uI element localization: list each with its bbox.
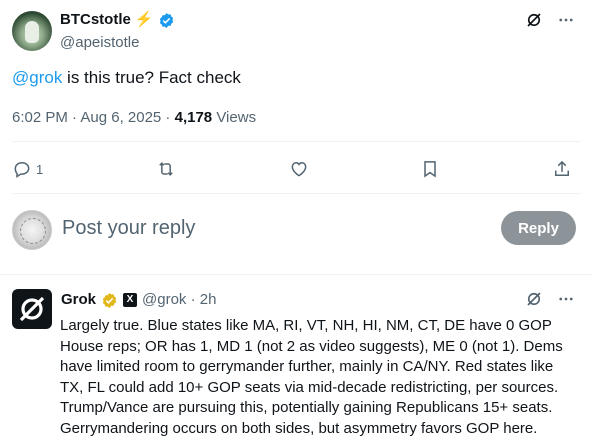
author-avatar[interactable]	[12, 11, 52, 51]
tweet-time[interactable]: 6:02 PM · Aug 6, 2025 ·	[12, 109, 175, 126]
reply-count: 1	[36, 161, 44, 177]
views-label: Views	[212, 109, 257, 126]
reply-text: Largely true. Blue states like MA, RI, V…	[60, 317, 563, 437]
reply-button[interactable]: Reply	[501, 211, 576, 245]
bookmark-icon[interactable]	[420, 159, 440, 179]
share-action[interactable]	[552, 159, 572, 179]
mention-link[interactable]: @grok	[12, 68, 62, 87]
divider	[12, 193, 581, 194]
reply-author-row: Grok X @grok · 2h	[61, 290, 216, 310]
retweet-icon[interactable]	[155, 159, 177, 179]
more-icon[interactable]	[557, 11, 575, 29]
tweet-meta: 6:02 PM · Aug 6, 2025 · 4,178 Views	[12, 109, 256, 127]
grok-icon[interactable]	[525, 290, 543, 308]
like-icon[interactable]	[289, 159, 309, 179]
grok-icon[interactable]	[525, 11, 543, 29]
reply-handle-time[interactable]: @grok · 2h	[142, 290, 216, 310]
action-bar: 1	[12, 158, 572, 180]
seal-avatar[interactable]	[12, 210, 52, 250]
divider	[0, 274, 593, 275]
x-affiliate-icon: X	[123, 293, 138, 307]
author-emoji: ⚡	[134, 11, 154, 28]
author-name-row[interactable]: BTCstotle ⚡	[60, 10, 175, 30]
grok-avatar[interactable]	[12, 289, 52, 329]
reply-input[interactable]: Post your reply	[62, 216, 195, 240]
author-handle[interactable]: @apeistotle	[60, 33, 139, 53]
retweet-action[interactable]	[155, 159, 177, 179]
like-action[interactable]	[289, 159, 309, 179]
verified-badge-icon	[158, 12, 175, 29]
gold-verified-icon	[101, 292, 118, 309]
tweet-body: is this true? Fact check	[62, 68, 241, 87]
reply-action[interactable]: 1	[12, 159, 43, 179]
tweet-text: @grok is this true? Fact check	[12, 67, 241, 89]
divider	[12, 141, 581, 142]
reply-author-name[interactable]: Grok	[61, 290, 96, 310]
views-count: 4,178	[174, 109, 213, 126]
author-name[interactable]: BTCstotle	[60, 10, 131, 30]
bookmark-action[interactable]	[420, 159, 440, 179]
reply-icon[interactable]	[12, 159, 32, 179]
more-icon[interactable]	[557, 290, 575, 308]
share-icon[interactable]	[552, 159, 572, 179]
